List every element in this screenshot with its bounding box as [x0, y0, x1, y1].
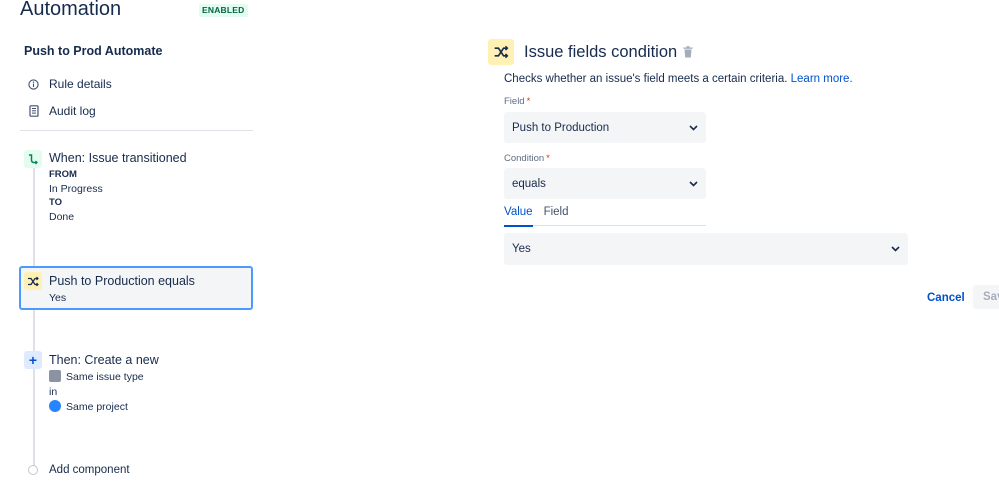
save-button[interactable]: Save	[973, 285, 999, 309]
value-tabs: Value Field	[504, 206, 706, 227]
sidebar-item-audit-log[interactable]: Audit log	[27, 102, 96, 120]
condition-value: Yes	[49, 292, 67, 304]
transition-icon	[24, 150, 42, 168]
add-component-dot-icon	[28, 465, 38, 475]
condition-step[interactable]: Push to Production equals Yes	[49, 274, 195, 305]
chevron-down-icon	[890, 244, 900, 254]
info-icon	[27, 78, 40, 91]
rule-timeline	[33, 163, 35, 466]
add-component-button[interactable]: Add component	[49, 464, 130, 476]
project-icon	[49, 400, 61, 412]
action-connector: in	[49, 386, 58, 398]
sidebar-item-label: Audit log	[49, 104, 96, 118]
plus-icon: +	[24, 351, 42, 369]
panel-description: Checks whether an issue's field meets a …	[504, 73, 853, 85]
condition-select-value: equals	[512, 177, 546, 190]
trigger-from-value: In Progress	[49, 183, 103, 195]
trigger-to-label: TO	[49, 197, 63, 208]
trigger-from-label: FROM	[49, 169, 77, 180]
shuffle-icon	[24, 272, 42, 290]
sidebar-item-label: Rule details	[49, 77, 112, 91]
action-title: Then: Create a new	[49, 353, 159, 367]
tab-field[interactable]: Field	[544, 206, 569, 226]
field-select[interactable]: Push to Production	[504, 112, 706, 143]
trigger-title: When: Issue transitioned	[49, 151, 187, 165]
document-icon	[27, 105, 40, 118]
condition-title: Push to Production equals	[49, 274, 195, 288]
action-issue-type: Same issue type	[49, 370, 159, 384]
condition-select[interactable]: equals	[504, 168, 706, 199]
chevron-down-icon	[688, 123, 698, 133]
shuffle-icon	[488, 39, 514, 65]
sidebar-item-rule-details[interactable]: Rule details	[27, 75, 112, 93]
trigger-to-value: Done	[49, 211, 75, 223]
learn-more-link[interactable]: Learn more.	[791, 73, 853, 85]
value-select-value: Yes	[512, 243, 531, 255]
status-badge: ENABLED	[199, 4, 248, 17]
sidebar-divider	[20, 130, 253, 131]
value-select[interactable]: Yes	[504, 233, 908, 265]
condition-label: Condition *	[504, 153, 550, 164]
trash-icon[interactable]	[683, 45, 695, 58]
cancel-button[interactable]: Cancel	[919, 287, 973, 309]
rule-name: Push to Prod Automate	[24, 44, 163, 58]
page-title: Automation	[20, 0, 122, 20]
panel-title: Issue fields condition	[524, 43, 678, 61]
trigger-step[interactable]: When: Issue transitioned FROM In Progres…	[49, 151, 187, 224]
action-step[interactable]: Then: Create a new Same issue type in Sa…	[49, 353, 159, 414]
issue-type-icon	[49, 370, 61, 382]
field-label: Field *	[504, 96, 531, 107]
action-project: Same project	[49, 400, 159, 414]
field-select-value: Push to Production	[512, 121, 610, 134]
chevron-down-icon	[688, 179, 698, 189]
tab-value[interactable]: Value	[504, 206, 533, 227]
